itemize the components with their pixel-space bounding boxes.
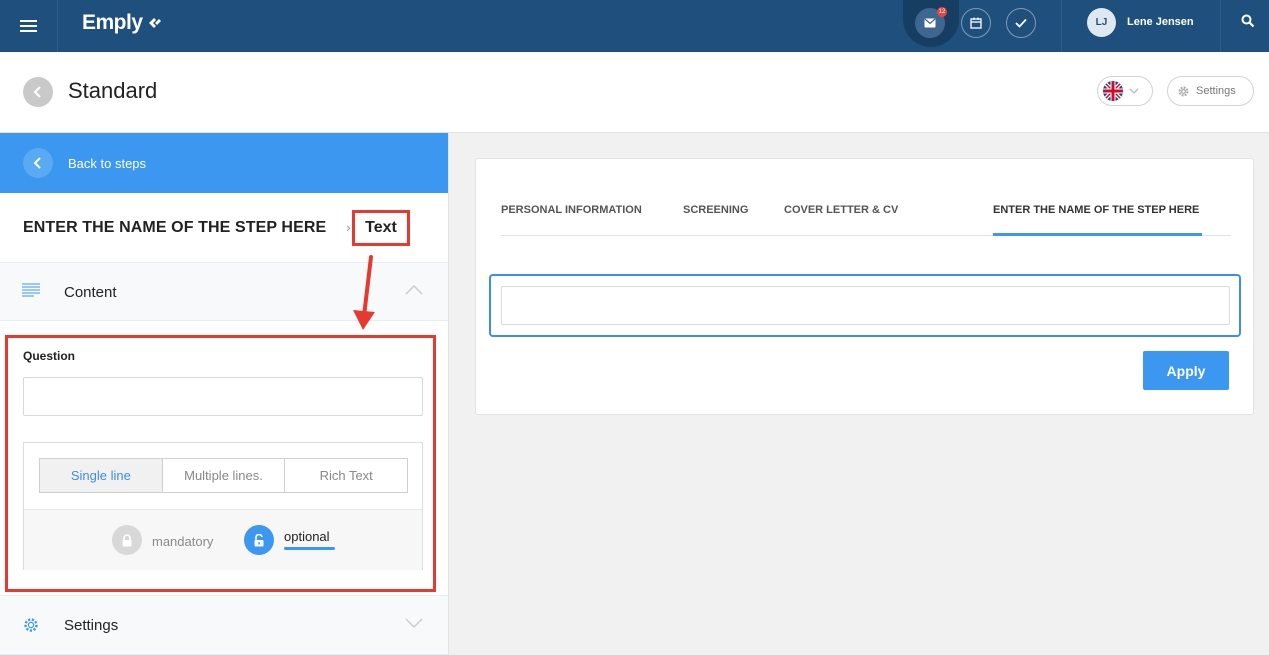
annotation-arrow xyxy=(353,255,375,330)
step-type-label: Text xyxy=(352,210,410,246)
step-name-heading: ENTER THE NAME OF THE STEP HERE xyxy=(23,219,327,236)
chevron-down-icon xyxy=(1129,88,1139,94)
content-section-label: Content xyxy=(64,284,117,301)
page-title: Standard xyxy=(68,78,158,103)
uk-flag-icon xyxy=(1103,81,1123,101)
gear-icon xyxy=(1178,85,1189,97)
nav-divider xyxy=(1061,0,1062,52)
settings-button[interactable]: Settings xyxy=(1167,76,1254,106)
logo-mark-icon xyxy=(148,18,161,28)
chevron-down-icon[interactable] xyxy=(405,618,423,628)
preview-tabs: PERSONAL INFORMATION SCREENING COVER LET… xyxy=(501,159,1231,236)
avatar[interactable]: LJ xyxy=(1087,8,1116,37)
step-preview-card: PERSONAL INFORMATION SCREENING COVER LET… xyxy=(475,158,1254,415)
logo-text: Emply xyxy=(82,11,143,34)
back-to-steps-label[interactable]: Back to steps xyxy=(68,156,146,171)
language-selector[interactable] xyxy=(1097,76,1153,106)
back-button[interactable] xyxy=(23,77,53,107)
calendar-icon[interactable] xyxy=(961,8,991,38)
annotation-highlight-box xyxy=(5,335,436,592)
active-tab-underline xyxy=(993,233,1202,236)
chevron-left-icon xyxy=(33,86,41,98)
back-to-steps-bar[interactable]: Back to steps xyxy=(0,133,448,193)
chevron-up-icon[interactable] xyxy=(405,285,423,295)
user-name[interactable]: Lene Jensen xyxy=(1127,16,1194,28)
tab-screening[interactable]: SCREENING xyxy=(683,204,748,216)
top-navigation-bar: Emply 12 LJ Lene Jensen xyxy=(0,0,1269,52)
settings-section-header[interactable]: Settings xyxy=(0,595,448,655)
text-lines-icon xyxy=(22,283,40,297)
search-icon[interactable] xyxy=(1241,14,1255,28)
settings-section-label: Settings xyxy=(64,617,119,634)
preview-field-focus-frame xyxy=(489,274,1241,337)
tab-personal-information[interactable]: PERSONAL INFORMATION xyxy=(501,204,642,216)
app-logo[interactable]: Emply xyxy=(82,11,163,35)
settings-button-label: Settings xyxy=(1196,85,1236,97)
inbox-icon[interactable]: 12 xyxy=(915,7,947,38)
chevron-left-icon xyxy=(33,157,41,169)
preview-text-input[interactable] xyxy=(501,286,1230,325)
gear-icon xyxy=(24,618,38,632)
tasks-check-icon[interactable] xyxy=(1006,8,1036,38)
breadcrumb-separator: › xyxy=(346,219,351,235)
page-header: Standard Settings xyxy=(0,52,1269,133)
apply-button[interactable]: Apply xyxy=(1143,351,1229,390)
menu-icon[interactable] xyxy=(0,0,58,52)
back-to-steps-button[interactable] xyxy=(23,148,53,178)
tab-current-step[interactable]: ENTER THE NAME OF THE STEP HERE xyxy=(993,204,1199,216)
mail-badge: 12 xyxy=(937,7,947,17)
tab-cover-letter-cv[interactable]: COVER LETTER & CV xyxy=(784,204,898,216)
content-section-header[interactable]: Content xyxy=(0,262,448,321)
nav-divider xyxy=(1220,0,1221,52)
